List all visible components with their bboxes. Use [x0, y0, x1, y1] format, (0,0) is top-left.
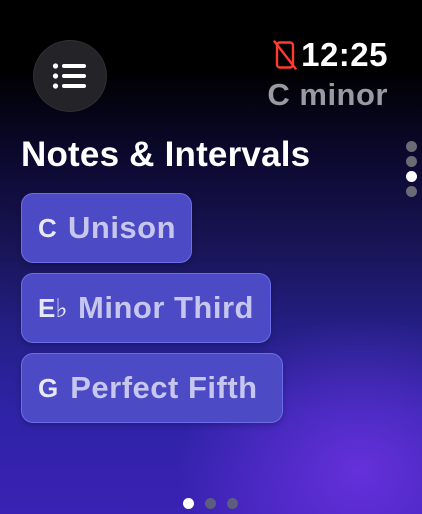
interval-name: Minor Third: [78, 290, 254, 325]
status-bar: 12:25: [273, 38, 388, 71]
scroll-indicator: [406, 141, 417, 197]
page-title: Notes & Intervals: [21, 135, 311, 174]
scroll-indicator-dot: [406, 186, 417, 197]
clock-time: 12:25: [301, 36, 388, 73]
interval-button-perfect-fifth[interactable]: G Perfect Fifth: [21, 353, 283, 423]
phone-disconnected-icon: [273, 39, 297, 70]
interval-button-minor-third[interactable]: E♭ Minor Third: [21, 273, 271, 343]
list-icon: [52, 63, 86, 89]
page-indicator[interactable]: [183, 498, 238, 509]
note-label: C: [38, 212, 57, 243]
key-label: C minor: [267, 77, 388, 112]
interval-name: Perfect Fifth: [70, 370, 258, 405]
page-dot[interactable]: [205, 498, 216, 509]
interval-button-unison[interactable]: C Unison: [21, 193, 192, 263]
scroll-indicator-dot: [406, 141, 417, 152]
scroll-indicator-dot: [406, 156, 417, 167]
note-label: E♭: [38, 292, 68, 323]
menu-button[interactable]: [33, 40, 107, 112]
interval-name: Unison: [68, 210, 177, 245]
interval-list: C Unison E♭ Minor Third G Perfect Fifth: [21, 193, 283, 423]
page-dot[interactable]: [227, 498, 238, 509]
note-label: G: [38, 372, 59, 403]
page-dot-active[interactable]: [183, 498, 194, 509]
scroll-indicator-dot-active: [406, 171, 417, 182]
